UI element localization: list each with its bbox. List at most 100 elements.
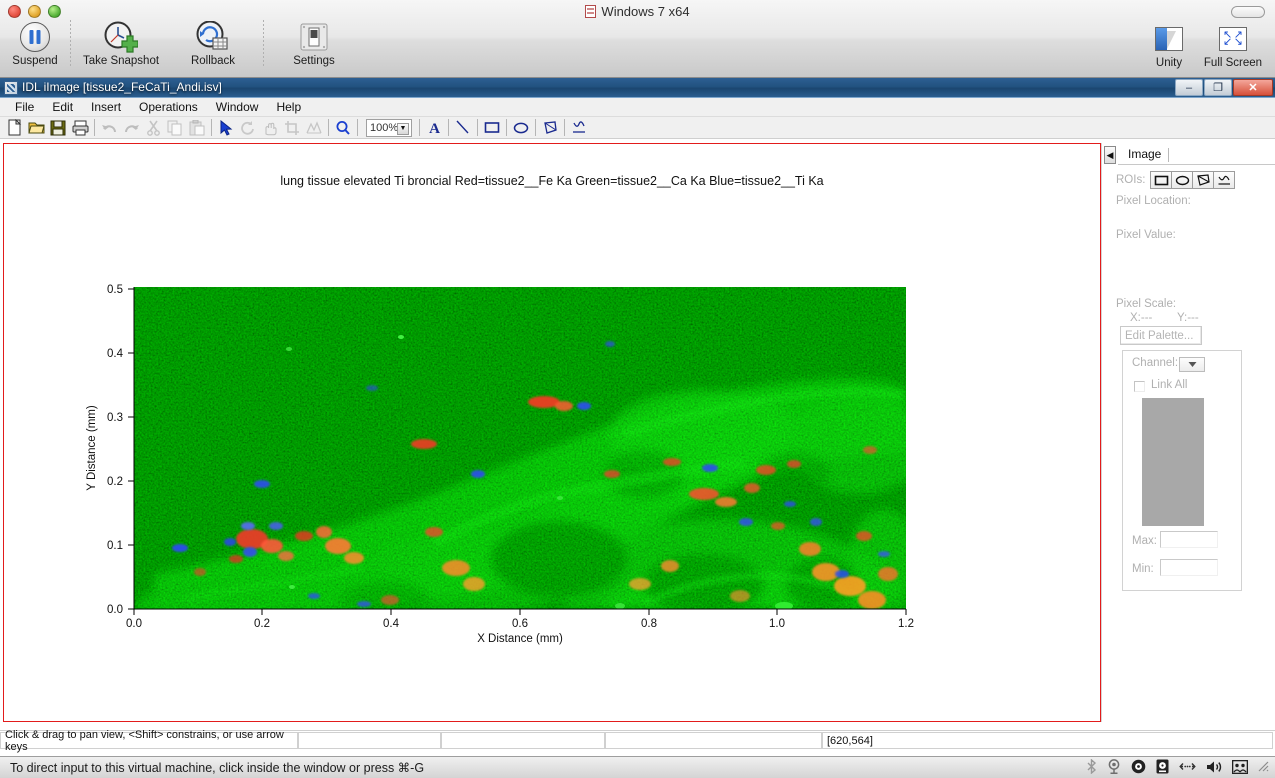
switch-settings-icon [268, 20, 360, 54]
print-button[interactable] [69, 118, 91, 138]
toolbar-pill-button[interactable] [1231, 6, 1265, 18]
menu-bar: File Edit Insert Operations Window Help [0, 98, 1275, 117]
chevron-down-icon [1188, 361, 1197, 368]
polygon-roi-icon[interactable] [1192, 171, 1214, 189]
new-file-button[interactable] [3, 118, 25, 138]
cd-drive-icon[interactable] [1131, 759, 1146, 774]
vm-title-bar: Windows 7 x64 [0, 4, 1275, 19]
fullscreen-label: Full Screen [1197, 57, 1269, 69]
toolbar-group-separator-4 [357, 119, 358, 136]
rectangle-roi-icon[interactable] [1150, 171, 1172, 189]
idl-window-titlebar[interactable]: IDL iImage [tissue2_FeCaTi_Andi.isv] – ❐… [0, 78, 1275, 98]
unity-label: Unity [1141, 57, 1197, 69]
line-annotation-button[interactable] [452, 118, 474, 138]
xtick-3: 0.6 [512, 618, 528, 630]
shared-folders-icon[interactable] [1232, 760, 1248, 774]
fullscreen-button[interactable]: ↖ ↗ ↙ ↘ Full Screen [1197, 22, 1269, 69]
redo-button[interactable] [120, 118, 142, 138]
take-snapshot-button[interactable]: Take Snapshot [75, 20, 167, 67]
unity-button[interactable]: Unity [1141, 22, 1197, 69]
vm-toolbar: Windows 7 x64 Suspend [0, 0, 1275, 78]
cut-button[interactable] [142, 118, 164, 138]
xtick-1: 0.2 [254, 618, 270, 630]
min-field[interactable] [1160, 559, 1218, 576]
suspend-button[interactable]: Suspend [4, 20, 66, 67]
sound-icon[interactable] [1206, 760, 1222, 774]
ytick-2: 0.2 [107, 476, 123, 488]
link-all-label: Link All [1151, 379, 1187, 391]
panel-collapse-button[interactable]: ◀ [1104, 146, 1116, 164]
vm-title-text: Windows 7 x64 [601, 4, 689, 19]
zoom-level-dropdown[interactable]: 100% ▼ [366, 119, 412, 137]
suspend-label: Suspend [4, 55, 66, 67]
window-controls[interactable]: – ❐ ✕ [1175, 79, 1273, 96]
image-canvas[interactable]: lung tissue elevated Ti broncial Red=tis… [3, 143, 1101, 722]
restore-button[interactable]: ❐ [1204, 79, 1232, 96]
xtick-5: 1.0 [769, 618, 785, 630]
annot-sep-1 [448, 119, 449, 136]
chevron-down-icon[interactable]: ▼ [397, 123, 409, 135]
ytick-5: 0.5 [107, 284, 123, 296]
undo-button[interactable] [98, 118, 120, 138]
magnifier-icon[interactable] [332, 118, 354, 138]
pixel-scale-label: Pixel Scale: [1116, 298, 1176, 310]
panel-tabs: Image [1118, 143, 1275, 165]
pixel-location-label: Pixel Location: [1116, 195, 1191, 207]
heatmap-image[interactable] [134, 287, 929, 628]
toolbar-group-separator-2 [211, 119, 212, 136]
rollback-button[interactable]: Rollback [167, 20, 259, 67]
network-icon[interactable] [1179, 760, 1196, 773]
max-field[interactable] [1160, 531, 1218, 548]
pixel-scale-y-value: Y:--- [1177, 312, 1199, 324]
select-tool-button[interactable] [215, 118, 237, 138]
vm-window: Windows 7 x64 Suspend [0, 0, 1275, 778]
freehand-roi-icon[interactable] [1213, 171, 1235, 189]
idl-toolbar: 100% ▼ A [0, 117, 1275, 139]
camera-icon[interactable] [1107, 759, 1121, 774]
ellipse-roi-icon[interactable] [1171, 171, 1193, 189]
camera-clock-plus-icon [75, 20, 167, 54]
status-segment-4 [605, 732, 822, 749]
ytick-1: 0.1 [107, 540, 123, 552]
ellipse-annotation-button[interactable] [510, 118, 532, 138]
image-plot[interactable]: lung tissue elevated Ti broncial Red=tis… [4, 144, 1100, 721]
menu-window[interactable]: Window [207, 99, 268, 115]
status-segment-2 [298, 732, 441, 749]
link-all-checkbox[interactable] [1134, 381, 1145, 392]
rois-label: ROIs: [1116, 174, 1145, 186]
xtick-4: 0.8 [641, 618, 657, 630]
hard-disk-icon[interactable] [1156, 759, 1169, 774]
polygon-annotation-button[interactable] [539, 118, 561, 138]
freehand-annotation-button[interactable] [568, 118, 590, 138]
minimize-button[interactable]: – [1175, 79, 1203, 96]
profile-tool-button[interactable] [303, 118, 325, 138]
close-button[interactable]: ✕ [1233, 79, 1273, 96]
bluetooth-icon[interactable] [1086, 759, 1097, 774]
paste-button[interactable] [186, 118, 208, 138]
palette-preview[interactable] [1142, 398, 1204, 526]
status-segment-3 [441, 732, 605, 749]
pan-tool-button[interactable] [259, 118, 281, 138]
text-annotation-button[interactable]: A [423, 118, 445, 138]
open-folder-button[interactable] [25, 118, 47, 138]
resize-grip-icon[interactable] [1258, 761, 1269, 772]
menu-insert[interactable]: Insert [82, 99, 130, 115]
tab-image[interactable]: Image [1122, 145, 1169, 164]
edit-palette-button[interactable]: Edit Palette... [1120, 326, 1202, 345]
rollback-label: Rollback [167, 55, 259, 67]
image-properties-panel: ◀ Image ROIs: Pixel Location: [1101, 143, 1275, 722]
ytick-4: 0.4 [107, 348, 124, 360]
menu-operations[interactable]: Operations [130, 99, 207, 115]
toolbar-group-separator-1 [94, 119, 95, 136]
menu-file[interactable]: File [6, 99, 43, 115]
menu-edit[interactable]: Edit [43, 99, 82, 115]
menu-help[interactable]: Help [267, 99, 310, 115]
channel-dropdown[interactable] [1179, 357, 1205, 372]
crop-tool-button[interactable] [281, 118, 303, 138]
save-button[interactable] [47, 118, 69, 138]
copy-button[interactable] [164, 118, 186, 138]
rotate-tool-button[interactable] [237, 118, 259, 138]
vm-toolbar-items: Suspend Take Snapshot [4, 20, 360, 67]
rectangle-annotation-button[interactable] [481, 118, 503, 138]
settings-button[interactable]: Settings [268, 20, 360, 67]
